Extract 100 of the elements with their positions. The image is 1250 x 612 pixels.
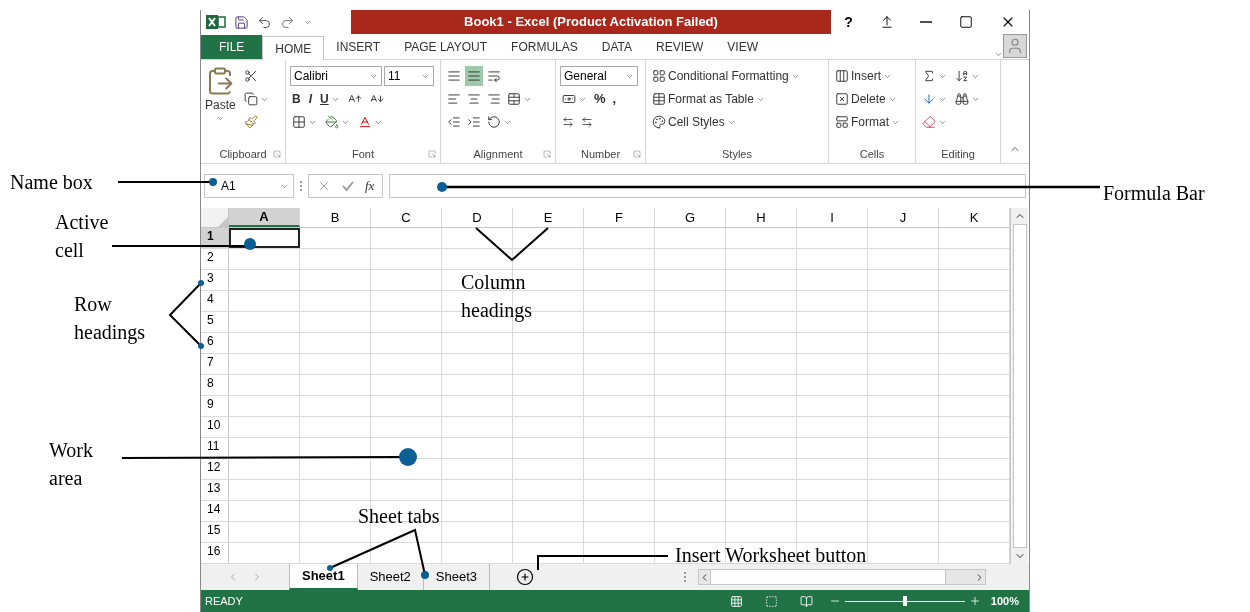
indent-decrease-icon [447, 115, 461, 129]
middle-align-button[interactable] [465, 66, 483, 86]
cancel-icon [317, 179, 331, 193]
ribbon-tab[interactable]: VIEW [715, 35, 770, 59]
styles-button[interactable]: Cell Styles [650, 112, 824, 132]
caret-icon [994, 50, 1003, 59]
plus-circle-icon [516, 568, 535, 586]
italic-button[interactable]: I [306, 89, 314, 109]
cells-button[interactable]: Delete [833, 89, 911, 109]
save-icon [234, 14, 249, 30]
vertical-scrollbar[interactable] [1010, 208, 1028, 564]
align-left-icon [447, 92, 461, 106]
insert-function-button[interactable]: fx [365, 176, 375, 196]
bold-button[interactable]: B [290, 89, 303, 109]
group-label: Styles [722, 146, 752, 162]
font-color-icon [358, 115, 372, 129]
align-right-icon [487, 92, 501, 106]
group-label: Cells [859, 146, 885, 162]
delete-cells-icon [835, 92, 849, 106]
format-cells-icon [835, 115, 849, 129]
eraser-icon [922, 115, 936, 129]
scissors-icon [243, 69, 258, 83]
dialog-launcher-icon [543, 150, 551, 158]
name-box[interactable]: A1 [204, 174, 294, 198]
page-layout-icon [764, 594, 778, 608]
normal-view-icon [729, 594, 743, 608]
align-center-icon [467, 92, 481, 106]
ribbon-tab[interactable]: DATA [589, 35, 644, 59]
dialog-launcher-icon [428, 150, 436, 158]
zoom-thumb[interactable] [902, 596, 907, 606]
ribbon-tab[interactable]: REVIEW [644, 35, 716, 59]
sort-icon [955, 69, 969, 83]
currency-icon [562, 92, 576, 106]
annotation-label: Formula Bar [1103, 181, 1206, 206]
ribbon-tab[interactable]: FORMULAS [499, 35, 590, 59]
person-icon [1006, 37, 1024, 55]
sigma-icon [922, 69, 936, 83]
caret-icon [215, 114, 225, 123]
annotation-label: Active cell [55, 210, 110, 263]
underline-button[interactable]: U [318, 89, 342, 109]
dialog-launcher-icon [633, 150, 641, 158]
annotation-label: Row headings [74, 292, 147, 346]
sheet-tab[interactable]: Sheet1 [289, 564, 358, 590]
zoom-slider[interactable] [844, 596, 965, 606]
new-sheet-button[interactable] [516, 568, 535, 586]
table-icon [652, 92, 666, 106]
indent-increase-icon [467, 115, 481, 129]
ribbon-options-icon [879, 15, 894, 29]
conditional-format-icon [652, 69, 666, 83]
cells-button[interactable]: Format [833, 112, 911, 132]
zoom-level[interactable]: 100% [990, 592, 1019, 610]
number-format-field[interactable]: General [560, 66, 638, 86]
ribbon-tab[interactable]: PAGE LAYOUT [392, 35, 500, 59]
styles-button[interactable]: Conditional Formatting [650, 66, 824, 86]
font-size-field[interactable]: 11 [384, 66, 434, 86]
app-logo-icon [206, 14, 226, 30]
dialog-launcher-icon [273, 150, 281, 158]
formula-bar[interactable] [389, 174, 1026, 198]
annotation-label: Column headings [461, 270, 534, 324]
paste-button[interactable]: Paste [205, 66, 236, 132]
paintbrush-icon [243, 115, 258, 129]
cells-button[interactable]: Insert [833, 66, 911, 86]
annotation-label: Sheet tabs [358, 504, 441, 529]
fill-down-icon [922, 92, 936, 106]
binoculars-icon [955, 92, 969, 106]
percent-button[interactable]: % [592, 89, 608, 109]
align-top-icon [447, 69, 461, 83]
annotation-label: Insert Worksheet button [675, 543, 868, 568]
orientation-icon [487, 115, 501, 129]
undo-icon [257, 14, 272, 30]
horizontal-scrollbar[interactable] [698, 569, 987, 585]
annotation-label: Work area [49, 438, 94, 491]
redo-icon [280, 14, 295, 30]
insert-cells-icon [835, 69, 849, 83]
paint-bucket-icon [325, 115, 339, 129]
merge-icon [507, 92, 521, 106]
help-button[interactable]: ? [844, 11, 853, 33]
wrap-text-icon [487, 69, 501, 83]
row-heading[interactable]: 1 [201, 228, 229, 248]
group-label: Number [580, 146, 621, 162]
group-label: Editing [941, 146, 975, 162]
styles-button[interactable]: Format as Table [650, 89, 824, 109]
ribbon-tab[interactable]: INSERT [324, 35, 393, 59]
status-text: READY [205, 593, 243, 609]
ribbon-tab[interactable]: HOME [262, 36, 325, 60]
align-middle-icon [467, 69, 481, 83]
check-icon [341, 179, 355, 193]
maximize-icon [958, 15, 973, 29]
column-heading[interactable]: A [229, 208, 300, 227]
page-break-icon [799, 594, 813, 608]
annotation-label: Name box [10, 170, 94, 195]
file-tab[interactable]: FILE [201, 35, 263, 59]
font-name-field[interactable]: Calibri [290, 66, 382, 86]
borders-icon [292, 115, 306, 129]
leader-line [168, 280, 204, 349]
cell-styles-icon [652, 115, 666, 129]
copy-icon [243, 92, 258, 106]
zoom-in-icon [968, 595, 981, 607]
group-label: Alignment [473, 146, 523, 162]
comma-button[interactable]: , [610, 89, 619, 109]
